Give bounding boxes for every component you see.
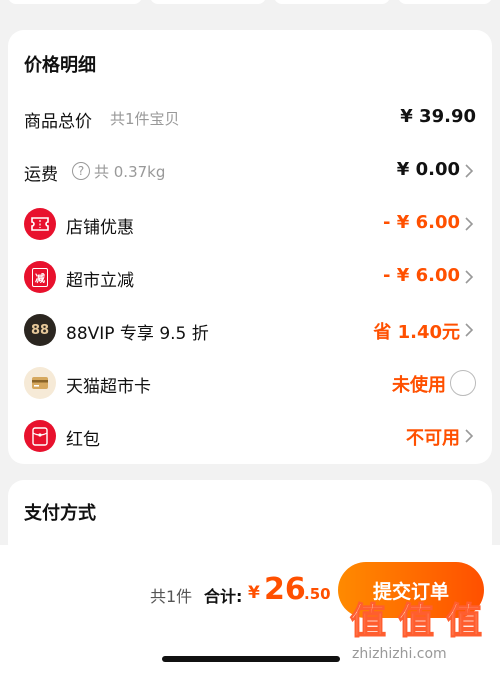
tmall-card-label: 天猫超市卡 — [66, 377, 151, 397]
watermark-glyph: 值 — [445, 600, 483, 642]
store-discount-value: - ¥ 6.00 — [383, 212, 460, 233]
total-currency: ¥ — [248, 583, 260, 603]
total-amount-integer: 26 — [264, 572, 306, 607]
goods-total-row: 商品总价 共1件宝贝 ¥ 39.90 — [8, 98, 492, 138]
help-icon[interactable]: ? — [72, 162, 90, 180]
red-packet-icon — [24, 420, 56, 452]
store-discount-row[interactable]: 店铺优惠 - ¥ 6.00 — [8, 204, 492, 244]
vip-savings-value: 省 1.40元 — [373, 322, 460, 343]
supermarket-discount-label: 超市立减 — [66, 271, 134, 291]
item-count-text: 共1件 — [150, 587, 193, 606]
home-indicator — [162, 656, 340, 662]
vip-discount-label: 88VIP 专享 9.5 折 — [66, 324, 209, 344]
previous-cards-strip — [0, 0, 500, 6]
tmall-card-status: 未使用 — [392, 375, 446, 396]
shipping-label: 运费 — [24, 165, 58, 185]
supermarket-discount-row[interactable]: 减 超市立减 - ¥ 6.00 — [8, 257, 492, 297]
red-packet-row[interactable]: 红包 不可用 — [8, 416, 492, 456]
chevron-right-icon — [465, 164, 474, 178]
vip-discount-row[interactable]: 88 88VIP 专享 9.5 折 省 1.40元 — [8, 310, 492, 350]
payment-method-title: 支付方式 — [24, 503, 96, 524]
tmall-card-row[interactable]: 天猫超市卡 未使用 — [8, 363, 492, 403]
shipping-row[interactable]: 运费 ? 共 0.37kg ¥ 0.00 — [8, 151, 492, 191]
chevron-right-icon — [465, 429, 474, 443]
goods-total-value: ¥ 39.90 — [400, 106, 476, 127]
supermarket-discount-icon: 减 — [24, 261, 56, 293]
store-coupon-icon — [24, 208, 56, 240]
store-discount-label: 店铺优惠 — [66, 218, 134, 238]
goods-count-text: 共1件宝贝 — [110, 110, 180, 128]
total-amount-decimal: .50 — [304, 585, 331, 603]
goods-total-label: 商品总价 — [24, 112, 92, 132]
price-details-card: 价格明细 商品总价 共1件宝贝 ¥ 39.90 运费 ? 共 0.37kg ¥ … — [8, 30, 492, 464]
red-packet-label: 红包 — [66, 430, 100, 450]
chevron-right-icon — [465, 323, 474, 337]
site-watermark: 值 值 值 zhizhizhi.com — [349, 592, 495, 670]
chevron-right-icon — [465, 270, 474, 284]
shipping-weight-text: 共 0.37kg — [94, 163, 166, 181]
price-details-title: 价格明细 — [24, 55, 96, 76]
tmall-card-radio[interactable] — [450, 370, 476, 396]
chevron-right-icon — [465, 217, 474, 231]
red-packet-status: 不可用 — [406, 428, 460, 449]
total-label: 合计: — [204, 587, 243, 606]
supermarket-discount-value: - ¥ 6.00 — [383, 265, 460, 286]
shipping-value: ¥ 0.00 — [396, 159, 460, 180]
watermark-glyph: 值 — [397, 600, 435, 642]
watermark-glyph: 值 — [349, 600, 387, 642]
watermark-text: zhizhizhi.com — [352, 646, 447, 662]
vip-88-icon: 88 — [24, 314, 56, 346]
tmall-card-icon — [24, 367, 56, 399]
